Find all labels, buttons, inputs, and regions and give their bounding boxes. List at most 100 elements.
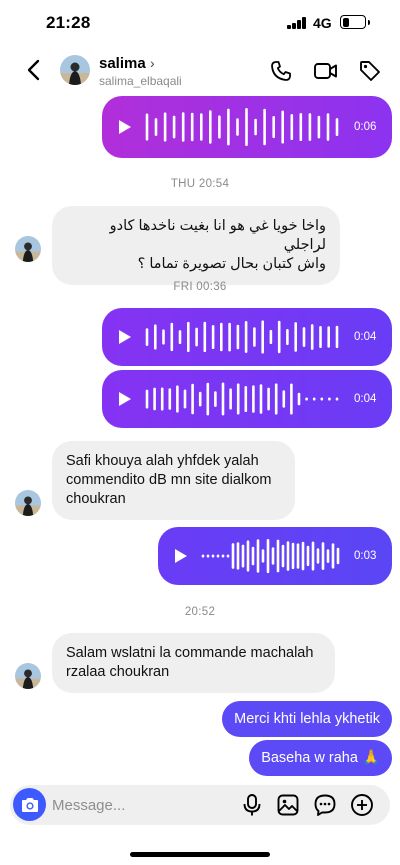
voice-message[interactable]: 0:06 (102, 96, 392, 158)
outgoing-message[interactable]: Baseha w raha 🙏 (249, 740, 392, 776)
waveform-bar (236, 383, 240, 415)
waveform (145, 108, 339, 146)
waveform-bar (308, 113, 312, 141)
waveform-bar (218, 115, 221, 139)
waveform-bar (266, 539, 270, 574)
message-line: choukran (66, 491, 126, 507)
waveform-bar (277, 320, 281, 354)
waveform-bar (261, 320, 264, 354)
waveform-bar (211, 325, 215, 349)
waveform-bar (145, 113, 149, 141)
avatar[interactable] (15, 236, 41, 262)
waveform-bar (317, 115, 321, 139)
timestamp: FRI 00:36 (173, 281, 227, 293)
waveform-bar (228, 322, 231, 352)
video-call-button[interactable] (313, 58, 339, 84)
waveform-bar (227, 108, 230, 146)
message-line: واخا خويا غي هو انا بغيت ناخدها كادو لرا… (109, 218, 326, 253)
message-line: commendito dB mn site dialkom (66, 472, 272, 488)
back-button[interactable] (20, 56, 46, 84)
waveform-bar (211, 554, 215, 558)
battery-icon (340, 15, 370, 29)
outgoing-message[interactable]: Merci khti lehla ykhetik (222, 701, 392, 737)
waveform-bar (221, 382, 225, 416)
waveform-bar (302, 327, 306, 347)
waveform-bar (335, 118, 339, 136)
waveform-bar (206, 554, 210, 558)
timestamp: THU 20:54 (170, 178, 230, 190)
avatar[interactable] (15, 490, 41, 516)
label-button[interactable] (357, 58, 383, 84)
microphone-icon (243, 794, 261, 816)
waveform-bar (160, 387, 164, 411)
waveform-bar (336, 547, 340, 565)
message-line: rzalaa choukran (66, 664, 170, 680)
waveform-bar (276, 539, 280, 573)
waveform-bar (236, 542, 240, 570)
cellular-signal-icon (287, 17, 307, 29)
waveform-bar (153, 387, 156, 411)
waveform-bar (221, 554, 225, 558)
waveform-bar (259, 384, 263, 414)
voice-duration: 0:03 (354, 550, 377, 562)
waveform-bar (231, 543, 235, 569)
waveform-bar (214, 391, 217, 407)
waveform-bar (282, 390, 286, 408)
incoming-message[interactable]: Safi khouya alah yhfdek yalah commendito… (52, 441, 295, 520)
message-input[interactable] (52, 785, 232, 825)
status-time: 21:28 (46, 13, 91, 32)
sticker-button[interactable] (313, 793, 337, 817)
message-line: واش كتبان بحال تصويرة تماما ؟ (137, 256, 326, 272)
waveform-bar (220, 322, 223, 352)
waveform-bar (290, 383, 293, 415)
waveform-bar (244, 386, 248, 412)
status-bar: 21:28 4G (0, 0, 400, 46)
waveform-bar (327, 326, 330, 348)
waveform-bar (245, 108, 248, 146)
waveform-bar (145, 389, 149, 409)
gallery-button[interactable] (276, 793, 300, 817)
chat-header: salima › salima_elbaqali (0, 46, 400, 96)
message-line: Salam wslatni la commande machalah (66, 645, 314, 661)
waveform-bar (326, 549, 330, 563)
message-composer (10, 785, 390, 825)
waveform-bar (172, 115, 176, 139)
avatar[interactable] (60, 55, 90, 85)
peer-username: salima_elbaqali (99, 74, 182, 88)
chevron-left-icon (27, 59, 40, 81)
waveform-bar (244, 321, 248, 353)
waveform-bar (187, 321, 190, 353)
waveform-bar (201, 554, 205, 558)
camera-icon (21, 797, 38, 812)
waveform-bar (229, 388, 232, 410)
waveform-bar (306, 545, 310, 567)
voice-message[interactable]: 0:03 (158, 527, 392, 585)
waveform-bar (191, 383, 194, 415)
waveform-bar (296, 543, 300, 569)
incoming-message[interactable]: واخا خويا غي هو انا بغيت ناخدها كادو لرا… (52, 206, 340, 285)
waveform-bar (198, 391, 202, 407)
waveform-bar (271, 547, 275, 565)
voice-message[interactable]: 0:04 (102, 370, 392, 428)
incoming-message[interactable]: Salam wslatni la commande machalah rzala… (52, 633, 335, 693)
waveform-bar (154, 324, 157, 350)
voice-message[interactable]: 0:04 (102, 308, 392, 366)
phone-call-button[interactable] (268, 58, 294, 84)
camera-button[interactable] (13, 788, 46, 821)
waveform-bar (190, 112, 194, 142)
voice-record-button[interactable] (240, 793, 264, 817)
avatar[interactable] (15, 663, 41, 689)
voice-duration: 0:04 (354, 393, 377, 405)
peer-name[interactable]: salima (99, 55, 146, 72)
waveform-bar (281, 544, 285, 568)
waveform-bar (286, 329, 289, 346)
add-button[interactable] (350, 793, 374, 817)
waveform-bar (206, 382, 210, 416)
waveform-bar (311, 541, 315, 571)
waveform-bar (326, 113, 330, 141)
waveform-bar (328, 397, 331, 401)
waveform-bar (252, 385, 255, 413)
waveform-bar (263, 108, 266, 146)
waveform-bar (154, 118, 158, 136)
waveform-bar (246, 540, 250, 572)
